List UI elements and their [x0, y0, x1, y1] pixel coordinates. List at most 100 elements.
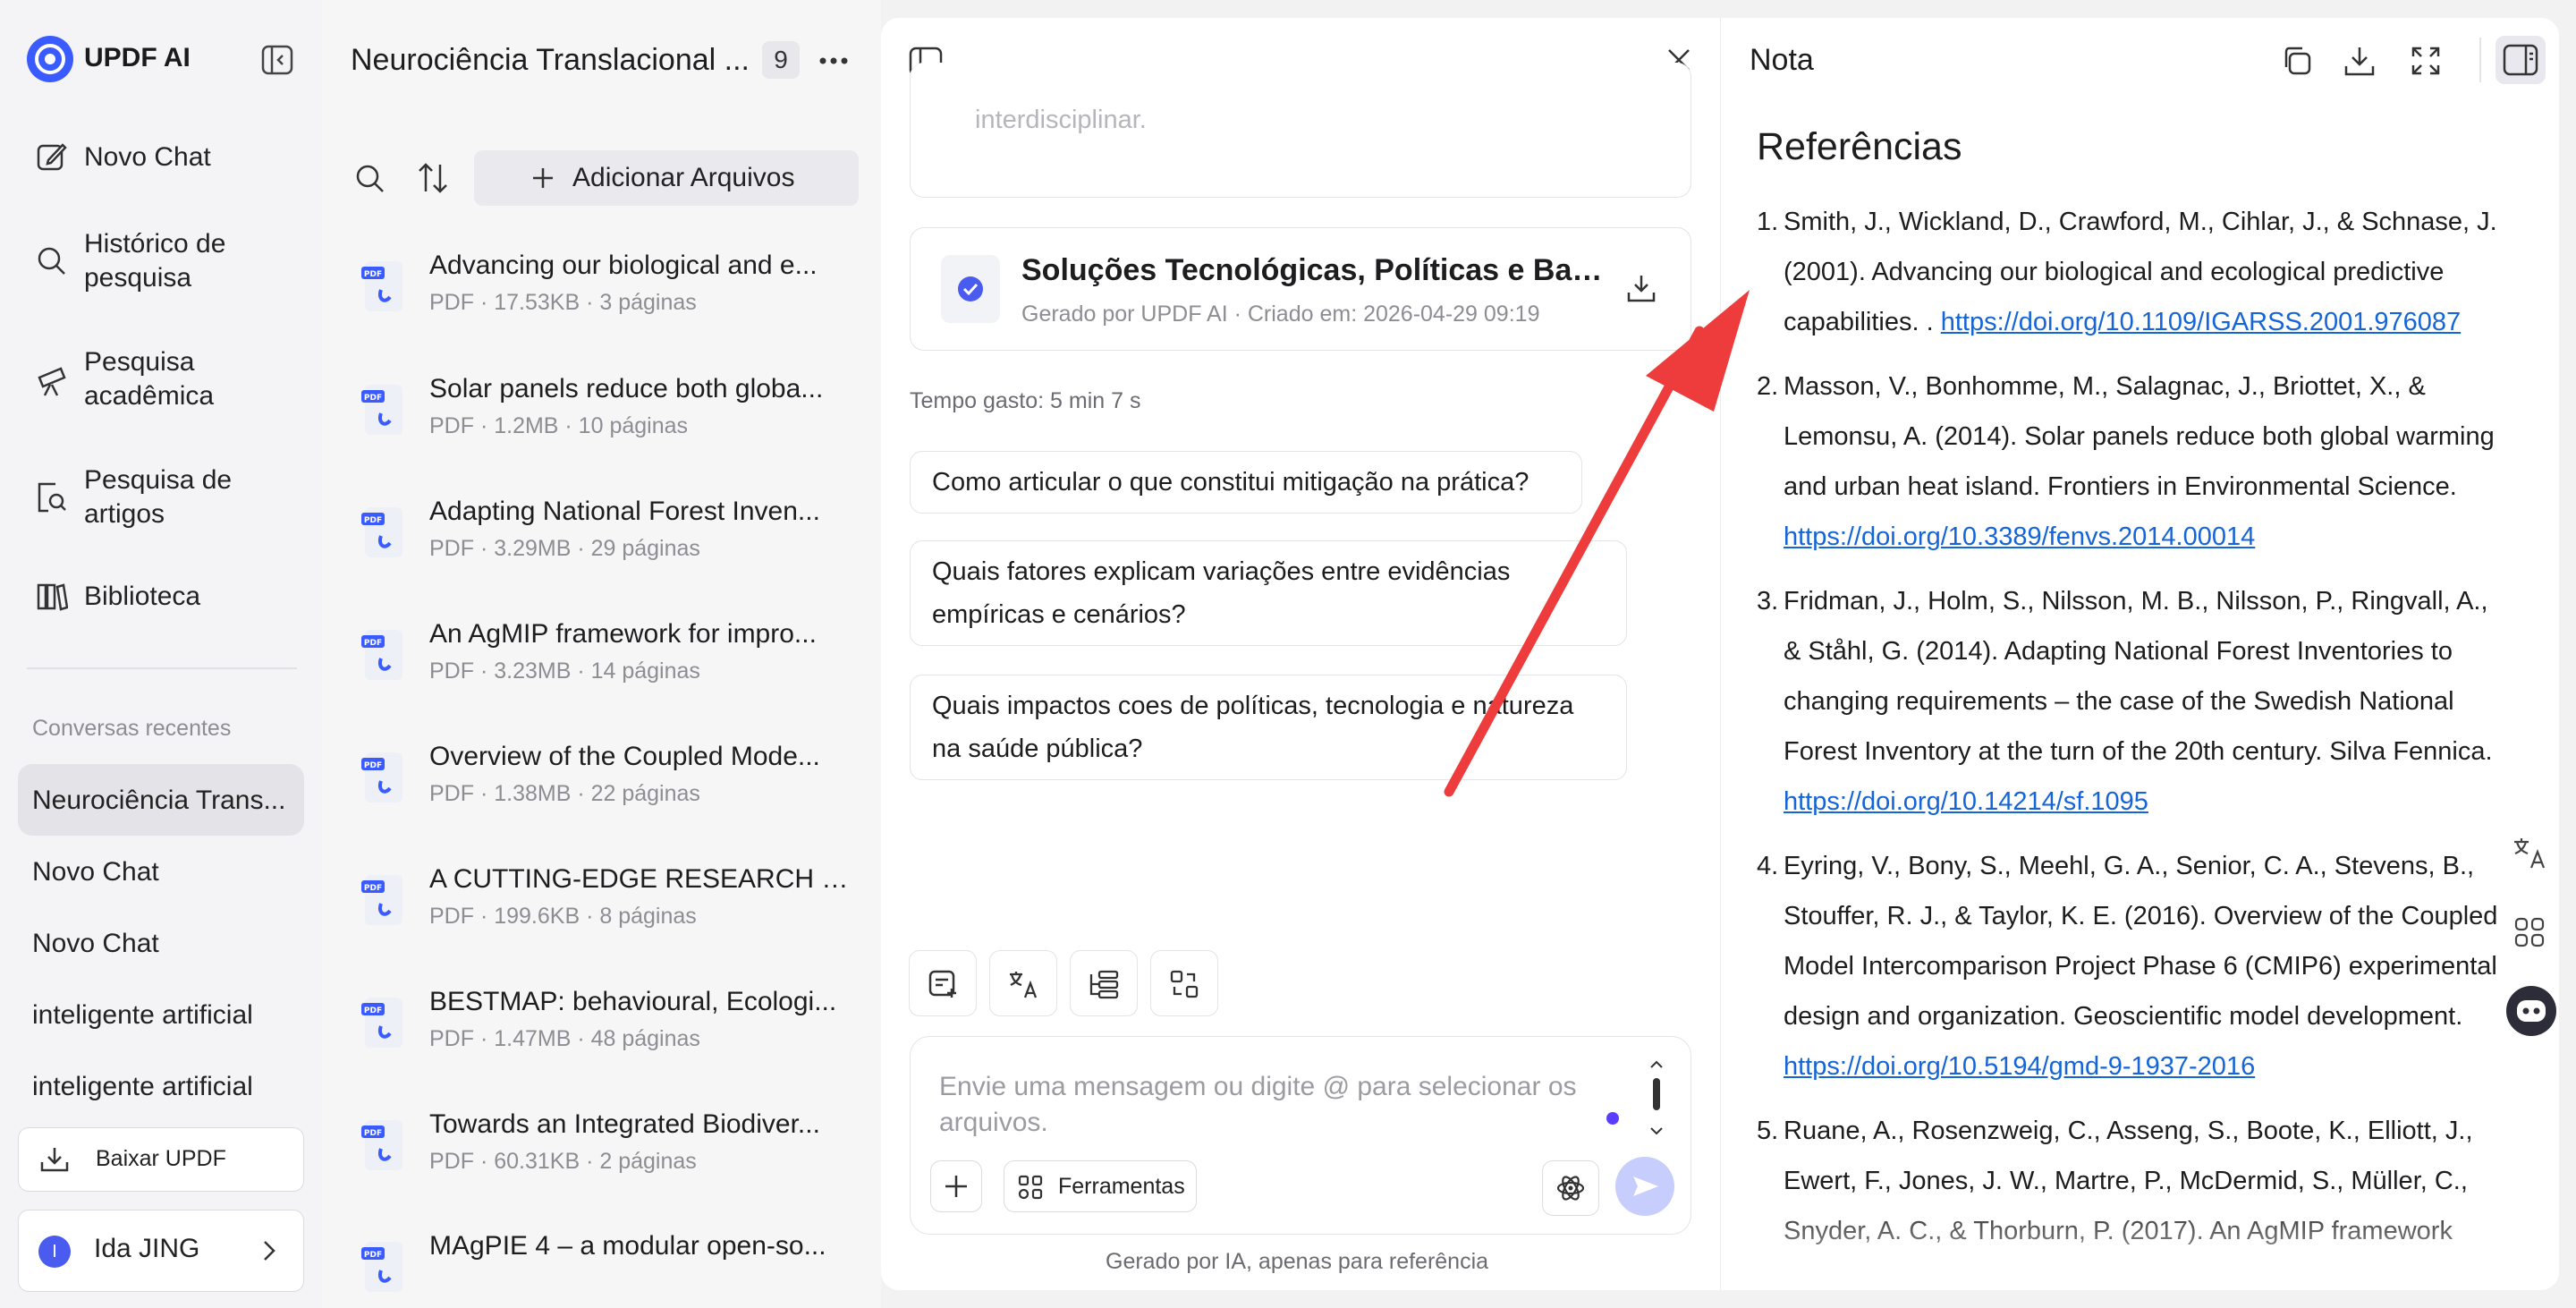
- file-meta: PDF · 60.31KB · 2 páginas: [429, 1149, 697, 1174]
- pdf-file-icon: PDF: [361, 996, 406, 1049]
- sort-icon[interactable]: [417, 161, 449, 195]
- model-button[interactable]: [1542, 1160, 1599, 1216]
- note-panel-toggle-button[interactable]: [2496, 36, 2546, 84]
- svg-text:PDF: PDF: [364, 1006, 382, 1015]
- recent-item[interactable]: inteligente artificial: [32, 1072, 253, 1102]
- app-name: UPDF AI: [84, 43, 191, 72]
- svg-text:PDF: PDF: [364, 1251, 382, 1260]
- apps-icon[interactable]: [2513, 916, 2546, 948]
- pdf-file-icon: PDF: [361, 1240, 406, 1294]
- message-input-placeholder[interactable]: Envie uma mensagem ou digite @ para sele…: [939, 1069, 1619, 1141]
- reference-link[interactable]: https://doi.org/10.1109/IGARSS.2001.9760…: [1941, 308, 2462, 336]
- avatar: I: [38, 1236, 71, 1268]
- ai-assistant-icon[interactable]: [2506, 986, 2556, 1036]
- file-name: Towards an Integrated Biodiver...: [429, 1109, 820, 1139]
- reference-number: 1.: [1757, 208, 1779, 236]
- file-name: Solar panels reduce both globa...: [429, 374, 824, 403]
- search-icon[interactable]: [354, 163, 386, 195]
- toolbar-divider: [2479, 38, 2481, 82]
- sidebar: [0, 0, 323, 1308]
- mindmap-icon: [1170, 970, 1199, 998]
- file-meta: PDF · 1.2MB · 10 páginas: [429, 413, 689, 438]
- download-icon[interactable]: [2343, 45, 2376, 77]
- file-item[interactable]: PDF A CUTTING-EDGE RESEARCH O... PDF · 1…: [358, 864, 859, 963]
- pdf-file-icon: PDF: [361, 873, 406, 927]
- outline-button[interactable]: [1070, 950, 1138, 1016]
- copy-icon[interactable]: [2281, 45, 2313, 77]
- file-item[interactable]: PDF Solar panels reduce both globa... PD…: [358, 374, 859, 472]
- status-dot: [1606, 1112, 1619, 1125]
- pdf-file-icon: PDF: [361, 505, 406, 559]
- reference-text: Fridman, J., Holm, S., Nilsson, M. B., N…: [1784, 587, 2493, 766]
- reference-link[interactable]: https://doi.org/10.3389/fenvs.2014.00014: [1784, 522, 2255, 551]
- reference-item: 4. Eyring, V., Bony, S., Meehl, G. A., Se…: [1757, 841, 2499, 1091]
- time-spent: Tempo gasto: 5 min 7 s: [910, 388, 1141, 413]
- sidebar-collapse-icon[interactable]: [261, 45, 293, 75]
- grid-icon: [1017, 1174, 1044, 1201]
- svg-text:PDF: PDF: [364, 884, 382, 893]
- recent-title: Conversas recentes: [32, 716, 232, 741]
- scroll-handle[interactable]: [1648, 1058, 1665, 1139]
- file-item[interactable]: PDF MAgPIE 4 – a modular open-so...: [358, 1231, 859, 1303]
- mindmap-button[interactable]: [1150, 950, 1218, 1016]
- recent-item[interactable]: inteligente artificial: [32, 1000, 253, 1031]
- svg-text:PDF: PDF: [364, 394, 382, 403]
- plus-icon: [945, 1176, 967, 1197]
- scroll-fade: [1721, 1199, 2526, 1290]
- file-item[interactable]: PDF Overview of the Coupled Mode... PDF …: [358, 742, 859, 840]
- translate-icon[interactable]: [2512, 836, 2547, 871]
- nav-pesquisa-academica[interactable]: Pesquisa acadêmica: [32, 345, 301, 417]
- download-updf-button[interactable]: Baixar UPDF: [18, 1127, 304, 1192]
- expand-icon[interactable]: [2410, 45, 2442, 77]
- tools-button[interactable]: Ferramentas: [1004, 1160, 1197, 1212]
- reference-link[interactable]: https://doi.org/10.14214/sf.1095: [1784, 787, 2148, 816]
- nav-pesquisa-artigos[interactable]: Pesquisa de artigos: [32, 463, 301, 535]
- file-meta: PDF · 1.38MB · 22 páginas: [429, 781, 700, 806]
- reference-item: 3. Fridman, J., Holm, S., Nilsson, M. B.,…: [1757, 576, 2499, 827]
- send-button[interactable]: [1615, 1157, 1674, 1216]
- svg-text:PDF: PDF: [364, 1129, 382, 1138]
- file-meta: PDF · 3.29MB · 29 páginas: [429, 536, 700, 561]
- message-text: interdisciplinar.: [975, 106, 1147, 134]
- reference-link[interactable]: https://doi.org/10.5194/gmd-9-1937-2016: [1784, 1052, 2255, 1081]
- reference-text: Eyring, V., Bony, S., Meehl, G. A., Seni…: [1784, 852, 2498, 1031]
- svg-text:PDF: PDF: [364, 639, 382, 648]
- document-icon: [937, 251, 1005, 327]
- atom-icon: [1556, 1176, 1585, 1201]
- message-input-box[interactable]: Envie uma mensagem ou digite @ para sele…: [910, 1036, 1691, 1235]
- file-item[interactable]: PDF Towards an Integrated Biodiver... PD…: [358, 1109, 859, 1208]
- recent-item[interactable]: Novo Chat: [32, 857, 159, 888]
- recent-item[interactable]: Novo Chat: [32, 929, 159, 959]
- translate-button[interactable]: [989, 950, 1057, 1016]
- file-meta: PDF · 199.6KB · 8 páginas: [429, 904, 697, 929]
- pdf-file-icon: PDF: [361, 383, 406, 437]
- reference-number: 4.: [1757, 852, 1779, 880]
- library-icon: [36, 580, 68, 612]
- file-item[interactable]: PDF An AgMIP framework for impro... PDF …: [358, 619, 859, 718]
- summarize-button[interactable]: [909, 950, 977, 1016]
- outline-icon: [1089, 970, 1119, 999]
- reference-item: 1. Smith, J., Wickland, D., Crawford, M.,…: [1757, 197, 2499, 347]
- pdf-file-icon: PDF: [361, 751, 406, 804]
- recent-item[interactable]: Neurociência Trans...: [32, 786, 285, 816]
- send-icon: [1633, 1176, 1658, 1196]
- file-item[interactable]: PDF Adapting National Forest Inven... PD…: [358, 497, 859, 595]
- file-name: A CUTTING-EDGE RESEARCH O...: [429, 864, 859, 894]
- file-name: BESTMAP: behavioural, Ecologi...: [429, 987, 837, 1016]
- add-files-button[interactable]: Adicionar Arquivos: [474, 150, 859, 206]
- summarize-icon: [928, 970, 956, 998]
- nav-historico[interactable]: Histórico de pesquisa: [32, 227, 301, 299]
- svg-text:PDF: PDF: [364, 516, 382, 525]
- nav-label: Novo Chat: [84, 142, 211, 172]
- attach-button[interactable]: [930, 1160, 982, 1212]
- svg-text:PDF: PDF: [364, 270, 382, 279]
- file-item[interactable]: PDF Advancing our biological and e... PD…: [358, 251, 859, 349]
- file-meta: PDF · 17.53KB · 3 páginas: [429, 290, 697, 315]
- file-meta: PDF · 1.47MB · 48 páginas: [429, 1026, 700, 1051]
- pdf-file-icon: PDF: [361, 628, 406, 682]
- note-title: Nota: [1750, 43, 1814, 77]
- user-menu-button[interactable]: I Ida JING: [18, 1210, 304, 1292]
- more-icon[interactable]: [818, 45, 850, 77]
- file-item[interactable]: PDF BESTMAP: behavioural, Ecologi... PDF…: [358, 987, 859, 1085]
- file-name: MAgPIE 4 – a modular open-so...: [429, 1231, 826, 1261]
